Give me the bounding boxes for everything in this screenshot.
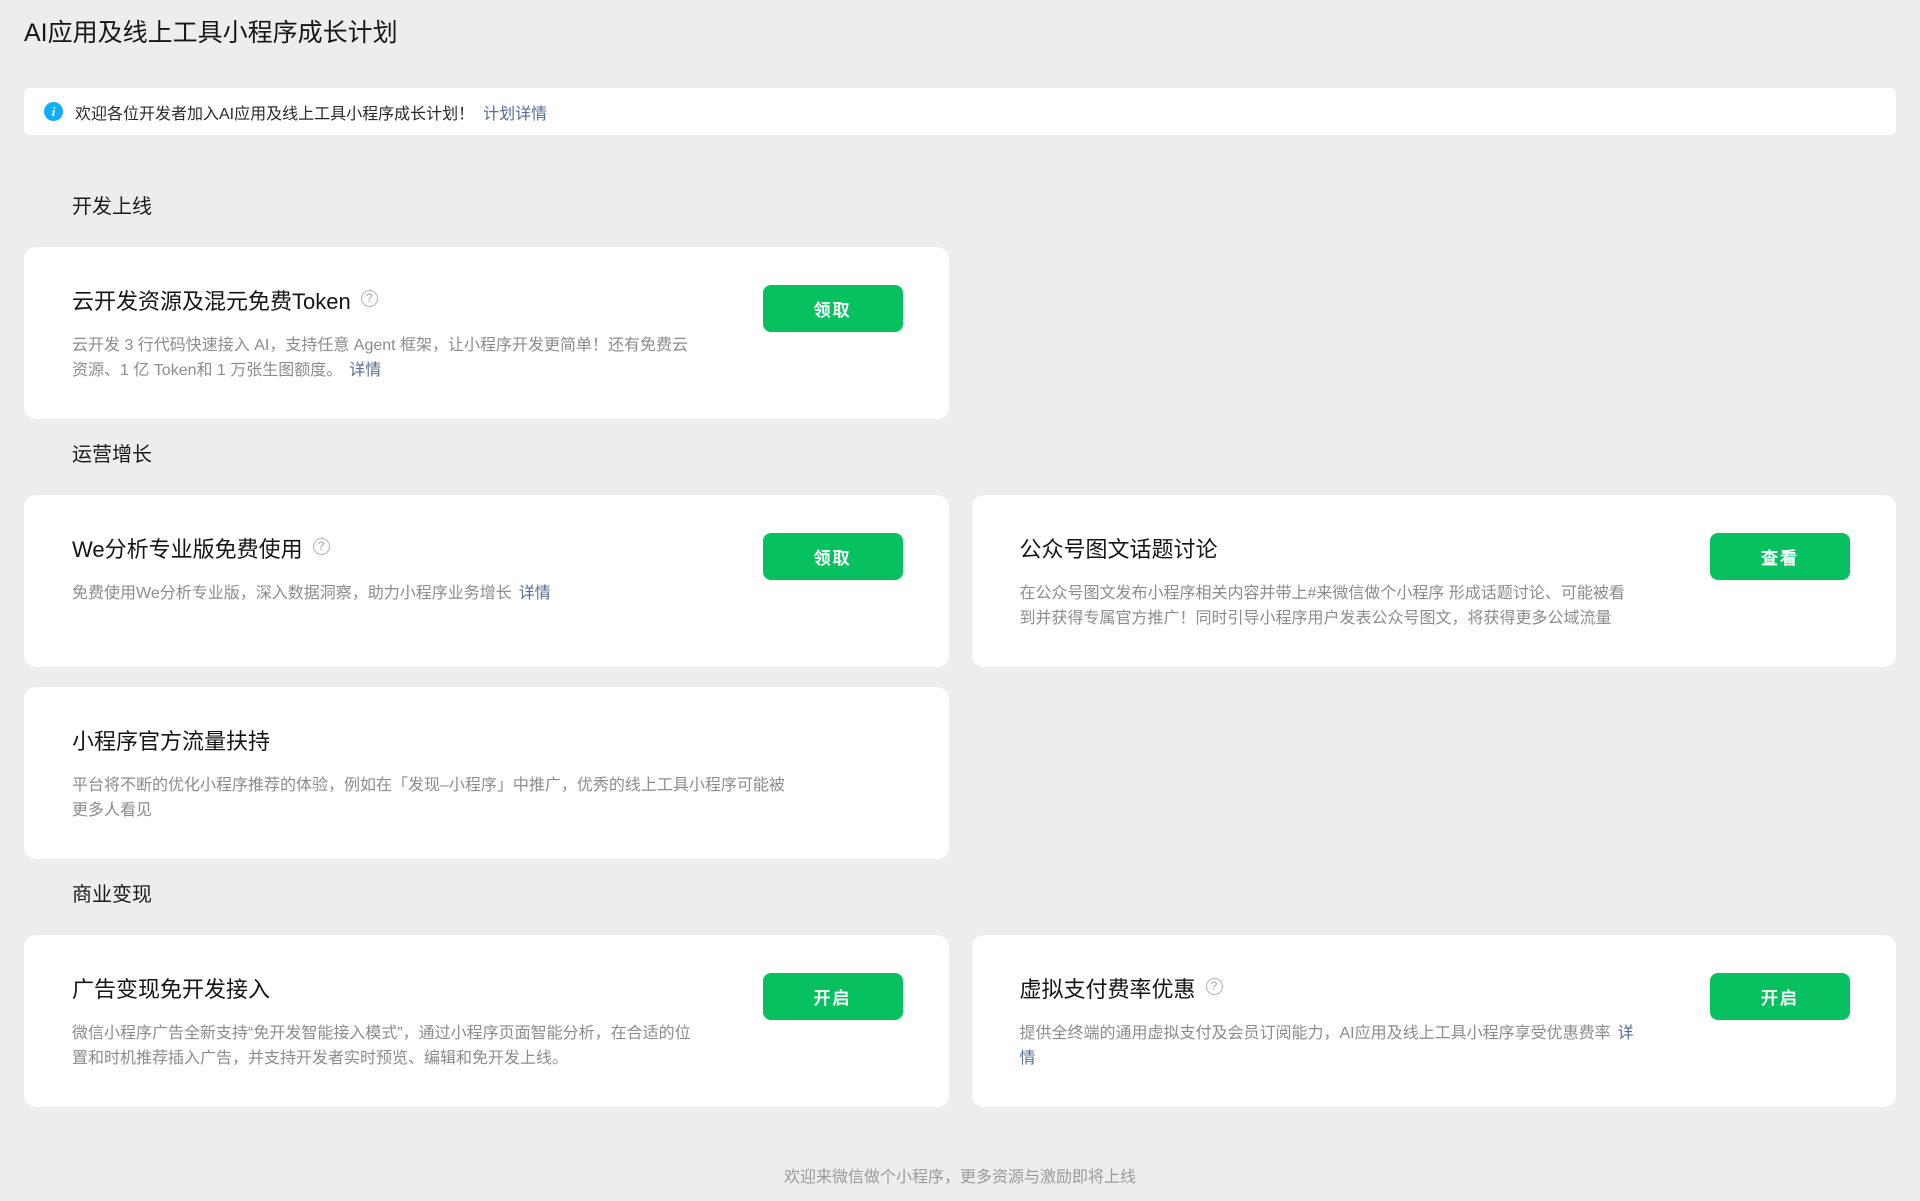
card-title: 广告变现免开发接入 [72,975,270,1005]
card-desc-text: 平台将不断的优化小程序推荐的体验，例如在「发现–小程序」中推广，优秀的线上工具小… [72,777,785,819]
card-title: 公众号图文话题讨论 [1020,535,1218,565]
section-heading-develop: 开发上线 [72,193,1896,221]
card-desc-text: 免费使用We分析专业版，深入数据洞察，助力小程序业务增长 [72,585,512,602]
section-develop-row: 云开发资源及混元免费Token ? 云开发 3 行代码快速接入 AI，支持任意 … [24,247,1896,419]
footer-text: 欢迎来微信做个小程序，更多资源与激励即将上线 [24,1163,1896,1187]
banner-text: 欢迎各位开发者加入AI应用及线上工具小程序成长计划！ [75,100,474,124]
section-growth-row-1: We分析专业版免费使用 ? 免费使用We分析专业版，深入数据洞察，助力小程序业务… [24,495,1896,667]
card-description: 微信小程序广告全新支持“免开发智能接入模式”，通过小程序页面智能分析，在合适的位… [72,1021,692,1071]
card-title-row: 小程序官方流量扶持 [72,727,901,757]
card-title: 虚拟支付费率优惠 [1020,975,1196,1005]
card-description: 平台将不断的优化小程序推荐的体验，例如在「发现–小程序」中推广，优秀的线上工具小… [72,773,792,823]
info-icon: i [44,102,63,121]
section-heading-monetization: 商业变现 [72,881,1896,909]
card-description: 免费使用We分析专业版，深入数据洞察，助力小程序业务增长详情 [72,581,692,606]
growth-plan-page: AI应用及线上工具小程序成长计划 i 欢迎各位开发者加入AI应用及线上工具小程序… [0,0,1920,1187]
card-we-analytics: We分析专业版免费使用 ? 免费使用We分析专业版，深入数据洞察，助力小程序业务… [24,495,949,667]
card-title: 云开发资源及混元免费Token [72,287,351,317]
card-description: 云开发 3 行代码快速接入 AI，支持任意 Agent 框架，让小程序开发更简单… [72,333,692,383]
card-desc-text: 在公众号图文发布小程序相关内容并带上#来微信做个小程序 形成话题讨论、可能被看到… [1020,585,1625,627]
help-icon[interactable]: ? [313,538,330,555]
card-desc-text: 微信小程序广告全新支持“免开发智能接入模式”，通过小程序页面智能分析，在合适的位… [72,1025,691,1067]
detail-link[interactable]: 详情 [519,585,551,602]
card-description: 提供全终端的通用虚拟支付及会员订阅能力，AI应用及线上工具小程序享受优惠费率详情 [1020,1021,1640,1071]
page-title: AI应用及线上工具小程序成长计划 [24,0,1896,49]
detail-link[interactable]: 详情 [349,362,381,379]
claim-button[interactable]: 领取 [763,533,903,580]
info-banner: i 欢迎各位开发者加入AI应用及线上工具小程序成长计划！ 计划详情 [24,88,1896,135]
section-monetization-row: 广告变现免开发接入 微信小程序广告全新支持“免开发智能接入模式”，通过小程序页面… [24,935,1896,1107]
section-growth-row-2: 小程序官方流量扶持 平台将不断的优化小程序推荐的体验，例如在「发现–小程序」中推… [24,687,1896,859]
card-cloud-dev-token: 云开发资源及混元免费Token ? 云开发 3 行代码快速接入 AI，支持任意 … [24,247,949,419]
card-description: 在公众号图文发布小程序相关内容并带上#来微信做个小程序 形成话题讨论、可能被看到… [1020,581,1640,631]
view-button[interactable]: 查看 [1710,533,1850,580]
help-icon[interactable]: ? [361,290,378,307]
card-title: We分析专业版免费使用 [72,535,303,565]
card-virtual-payment: 虚拟支付费率优惠 ? 提供全终端的通用虚拟支付及会员订阅能力，AI应用及线上工具… [972,935,1897,1107]
enable-button[interactable]: 开启 [1710,973,1850,1020]
card-ad-monetization: 广告变现免开发接入 微信小程序广告全新支持“免开发智能接入模式”，通过小程序页面… [24,935,949,1107]
claim-button[interactable]: 领取 [763,285,903,332]
help-icon[interactable]: ? [1206,978,1223,995]
section-heading-growth: 运营增长 [72,441,1896,469]
plan-details-link[interactable]: 计划详情 [483,100,547,124]
enable-button[interactable]: 开启 [763,973,903,1020]
card-desc-text: 提供全终端的通用虚拟支付及会员订阅能力，AI应用及线上工具小程序享受优惠费率 [1020,1025,1611,1042]
card-official-traffic-support: 小程序官方流量扶持 平台将不断的优化小程序推荐的体验，例如在「发现–小程序」中推… [24,687,949,859]
card-official-account-topic: 公众号图文话题讨论 在公众号图文发布小程序相关内容并带上#来微信做个小程序 形成… [972,495,1897,667]
card-title: 小程序官方流量扶持 [72,727,270,757]
